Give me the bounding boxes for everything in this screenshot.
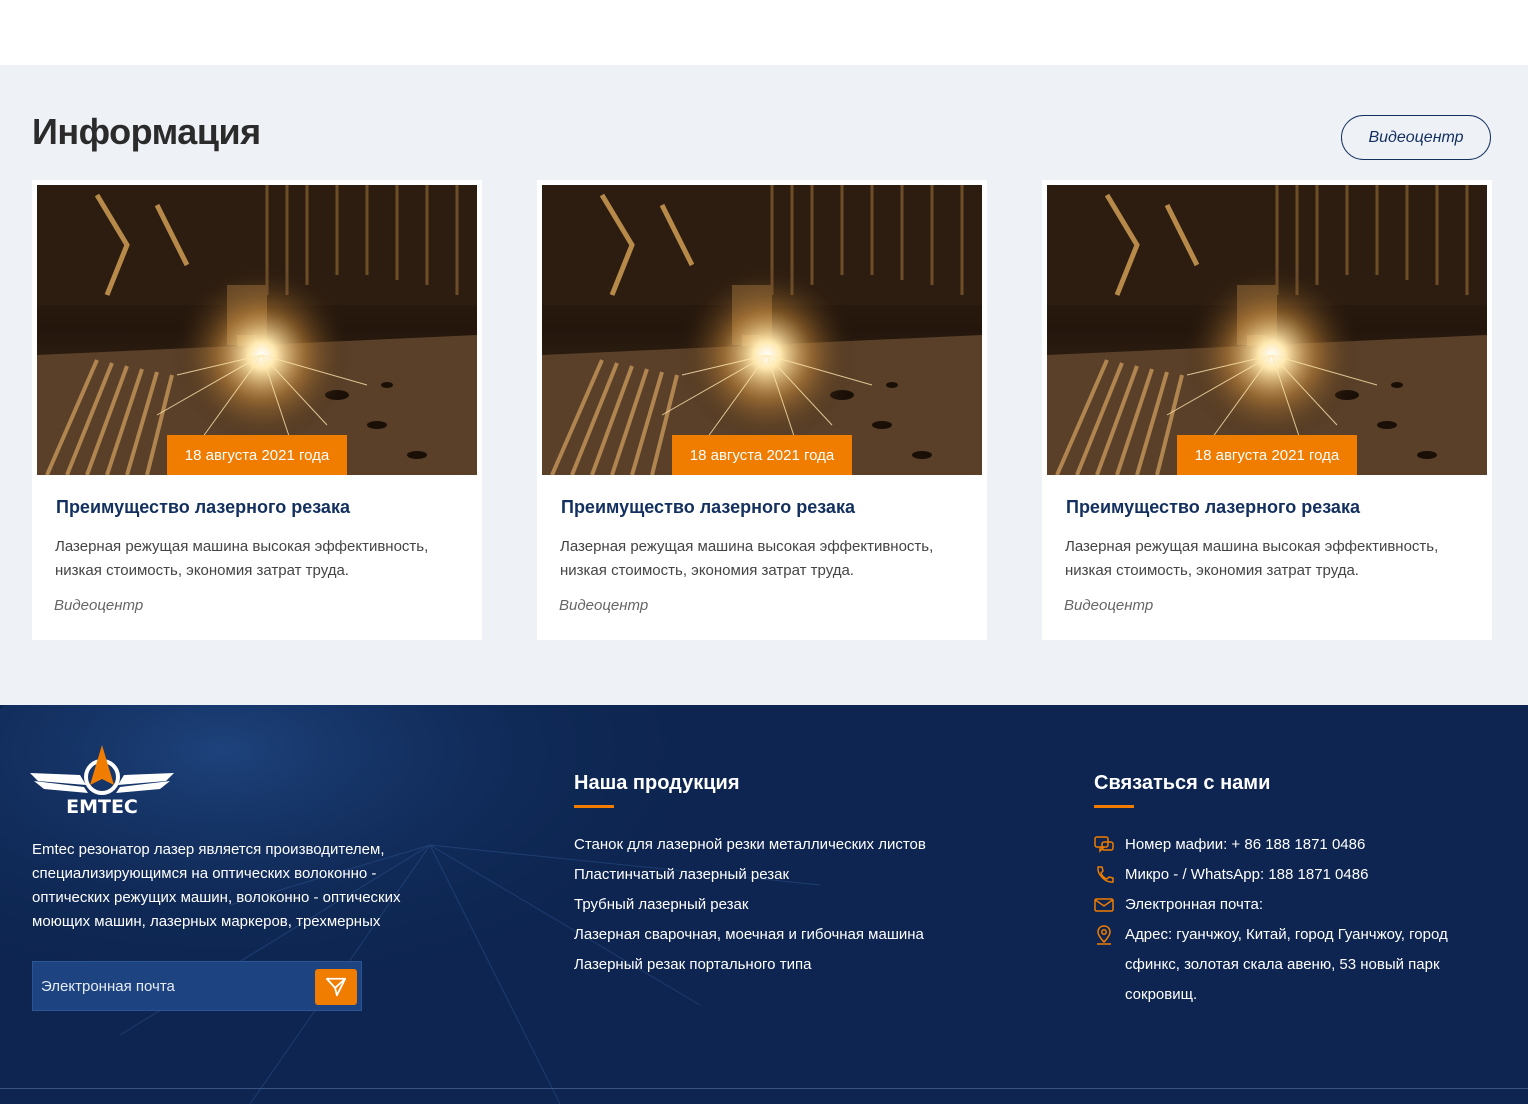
product-link[interactable]: Лазерный резак портального типа [574, 950, 926, 980]
card-title[interactable]: Преимущество лазерного резака [56, 497, 350, 518]
product-link[interactable]: Пластинчатый лазерный резак [574, 860, 926, 890]
contact-whatsapp-item: Микро - / WhatsApp: 188 1871 0486 [1094, 860, 1494, 890]
location-icon [1097, 925, 1111, 945]
phone-icon [1097, 866, 1114, 883]
card-category-link[interactable]: Видеоцентр [559, 597, 648, 614]
date-badge: 18 августа 2021 года [672, 435, 852, 475]
product-link[interactable]: Станок для лазерной резки металлических … [574, 830, 926, 860]
contact-text: Микро - / WhatsApp: 188 1871 0486 [1125, 866, 1369, 883]
date-badge: 18 августа 2021 года [1177, 435, 1357, 475]
contact-title: Связаться с нами [1094, 772, 1271, 794]
laser-cutting-photo[interactable] [1047, 185, 1487, 475]
card-category-link[interactable]: Видеоцентр [1064, 597, 1153, 614]
products-list: Станок для лазерной резки металлических … [574, 830, 926, 980]
footer-divider [0, 1088, 1528, 1089]
card-description: Лазерная режущая машина высокая эффектив… [1065, 538, 1439, 579]
emtec-logo[interactable]: EMTEC [30, 745, 174, 821]
contact-text: Адрес: гуанчжоу, Китай, город Гуанчжоу, … [1125, 926, 1448, 1003]
product-link[interactable]: Лазерная сварочная, моечная и гибочная м… [574, 920, 926, 950]
send-icon [325, 977, 347, 997]
contact-address-item: Адрес: гуанчжоу, Китай, город Гуанчжоу, … [1094, 920, 1494, 1010]
laser-cutting-photo[interactable] [37, 185, 477, 475]
card-description: Лазерная режущая машина высокая эффектив… [55, 538, 429, 579]
contact-list: Номер мафии: + 86 188 1871 0486 Микро - … [1094, 830, 1494, 1010]
news-card[interactable]: 18 августа 2021 года Преимущество лазерн… [537, 180, 987, 640]
mail-icon [1094, 898, 1114, 912]
contact-text: Электронная почта: [1125, 896, 1264, 913]
chat-icon [1094, 836, 1114, 853]
products-title-underline [574, 805, 614, 808]
news-card[interactable]: 18 августа 2021 года Преимущество лазерн… [32, 180, 482, 640]
laser-cutting-photo[interactable] [542, 185, 982, 475]
info-section: Информация Видеоцентр 18 августа 2021 го… [0, 65, 1528, 705]
section-title: Информация [32, 111, 261, 152]
about-text: Emtec резонатор лазер является производи… [32, 841, 401, 930]
logo-text: EMTEC [66, 796, 138, 817]
card-description: Лазерная режущая машина высокая эффектив… [560, 538, 934, 579]
contact-email-item: Электронная почта: [1094, 890, 1494, 920]
products-title: Наша продукция [574, 772, 740, 794]
footer: EMTEC Emtec резонатор лазер является про… [0, 705, 1528, 1104]
contact-text: Номер мафии: + 86 188 1871 0486 [1125, 836, 1366, 853]
top-strip [0, 0, 1528, 65]
news-card[interactable]: 18 августа 2021 года Преимущество лазерн… [1042, 180, 1492, 640]
send-button[interactable] [315, 969, 357, 1005]
subscribe-form [32, 961, 362, 1011]
card-title[interactable]: Преимущество лазерного резака [1066, 497, 1360, 518]
contact-phone-item: Номер мафии: + 86 188 1871 0486 [1094, 830, 1494, 860]
video-center-button[interactable]: Видеоцентр [1341, 115, 1491, 160]
product-link[interactable]: Трубный лазерный резак [574, 890, 926, 920]
email-input[interactable] [33, 962, 313, 1010]
contact-title-underline [1094, 805, 1134, 808]
date-badge: 18 августа 2021 года [167, 435, 347, 475]
card-title[interactable]: Преимущество лазерного резака [561, 497, 855, 518]
card-category-link[interactable]: Видеоцентр [54, 597, 143, 614]
